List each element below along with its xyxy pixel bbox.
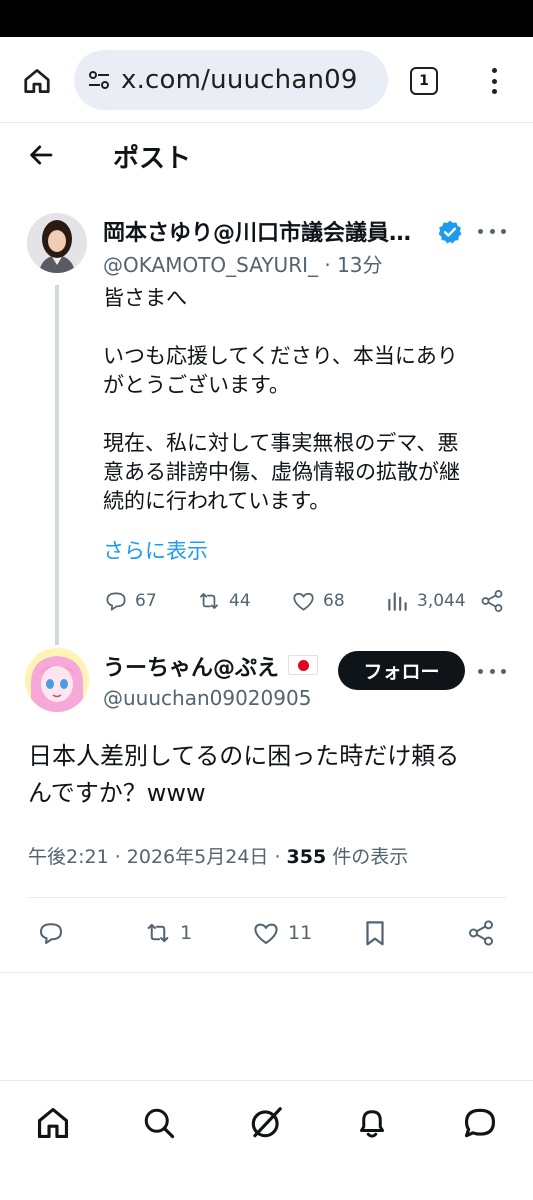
- bell-icon: [360, 1110, 384, 1138]
- repost-icon: [147, 923, 169, 943]
- like-count: 11: [288, 922, 313, 944]
- home-icon: [24, 69, 50, 93]
- divider: [28, 897, 506, 898]
- parent-action-bar: 67 44 68 3,044: [103, 586, 513, 616]
- address-bar[interactable]: x.com/uuuchan09: [74, 50, 388, 110]
- text-line: [103, 313, 513, 342]
- repost-icon: [200, 593, 218, 609]
- reply-icon: [106, 592, 126, 611]
- repost-button[interactable]: 1: [142, 918, 192, 948]
- divider: [0, 972, 533, 973]
- author-more-options-icon[interactable]: [478, 660, 506, 682]
- follow-button[interactable]: フォロー: [338, 651, 465, 690]
- author-avatar[interactable]: [25, 648, 89, 712]
- nav-messages[interactable]: [460, 1103, 500, 1143]
- repost-count: 44: [229, 591, 251, 611]
- tweet-action-bar: 1 11: [0, 918, 533, 956]
- author-display-name[interactable]: うーちゃん@ぷえ: [103, 650, 279, 682]
- share-icon: [469, 920, 493, 946]
- reply-button[interactable]: [36, 918, 66, 948]
- nav-search[interactable]: [139, 1103, 179, 1143]
- reply-count: 67: [135, 591, 157, 611]
- share-icon: [481, 590, 503, 612]
- status-bar: [0, 0, 533, 37]
- back-arrow-icon: [30, 145, 53, 165]
- analytics-icon: [388, 592, 407, 611]
- tweet-view-count: 355: [286, 846, 327, 868]
- text-line: いつも応援してくださり、本当にあり: [103, 344, 458, 368]
- nav-notifications[interactable]: [352, 1103, 392, 1143]
- share-button[interactable]: [479, 586, 505, 616]
- heart-icon: [254, 923, 278, 944]
- message-bubble-icon: [464, 1108, 496, 1138]
- browser-menu-icon[interactable]: [482, 63, 506, 99]
- tab-switcher-button[interactable]: 1: [410, 67, 438, 95]
- url-text: x.com/uuuchan09: [121, 65, 358, 95]
- japan-flag-icon: [288, 655, 318, 675]
- grok-icon: [251, 1107, 282, 1138]
- like-button[interactable]: 11: [250, 918, 312, 948]
- thread-connector: [55, 285, 59, 645]
- show-more-link[interactable]: さらに表示: [103, 535, 208, 565]
- tweet-text: 日本人差別してるのに困った時だけ頼る んですか？www: [28, 738, 513, 812]
- heart-icon: [293, 592, 314, 611]
- like-count: 68: [323, 591, 345, 611]
- text-line: 続的に行われています。: [103, 489, 331, 513]
- view-count: 3,044: [417, 591, 466, 611]
- text-line: んですか？www: [28, 779, 206, 807]
- nav-home[interactable]: [33, 1103, 73, 1143]
- tweet-meta: 午後2:21 · 2026年5月24日 · 355 件の表示: [28, 842, 408, 869]
- views-label: 件の表示: [326, 846, 409, 868]
- back-button[interactable]: [26, 140, 56, 170]
- parent-avatar[interactable]: [27, 213, 87, 273]
- browser-home-button[interactable]: [18, 62, 56, 100]
- page-header: ポスト: [0, 124, 533, 186]
- repost-count: 1: [180, 922, 193, 944]
- text-line: [103, 400, 513, 429]
- text-line: 現在、私に対して事実無根のデマ、悪: [103, 431, 459, 455]
- nav-grok[interactable]: [246, 1103, 286, 1143]
- text-line: がとうございます。: [103, 373, 290, 397]
- browser-toolbar: x.com/uuuchan09 1: [0, 37, 533, 123]
- repost-button[interactable]: 44: [195, 586, 251, 616]
- page-title: ポスト: [113, 144, 192, 174]
- text-line: 皆さまへ: [103, 286, 187, 310]
- parent-handle-time: @OKAMOTO_SAYURI_ · 13分: [103, 253, 383, 277]
- home-icon: [37, 1107, 69, 1139]
- parent-tweet-text: 皆さまへ いつも応援してくださり、本当にあり がとうございます。 現在、私に対し…: [103, 284, 513, 516]
- reply-button[interactable]: 67: [103, 586, 157, 616]
- author-handle: @uuuchan09020905: [103, 686, 312, 710]
- share-button[interactable]: [466, 918, 496, 948]
- parent-more-options-icon[interactable]: [478, 220, 506, 242]
- reply-icon: [40, 923, 62, 944]
- views-button[interactable]: 3,044: [385, 586, 466, 616]
- parent-display-name[interactable]: 岡本さゆり@川口市議会議員…: [103, 215, 428, 247]
- verified-badge-icon: [438, 220, 462, 244]
- site-settings-icon[interactable]: [86, 67, 112, 93]
- text-line: 日本人差別してるのに困った時だけ頼る: [28, 742, 460, 770]
- bookmark-button[interactable]: [360, 918, 390, 948]
- bookmark-icon: [366, 921, 384, 946]
- like-button[interactable]: 68: [290, 586, 345, 616]
- search-icon: [144, 1108, 175, 1139]
- tweet-timestamp[interactable]: 午後2:21 · 2026年5月24日 ·: [28, 846, 287, 868]
- text-line: 意ある誹謗中傷、虚偽情報の拡散が継: [103, 460, 460, 484]
- bottom-navigation: [0, 1080, 533, 1200]
